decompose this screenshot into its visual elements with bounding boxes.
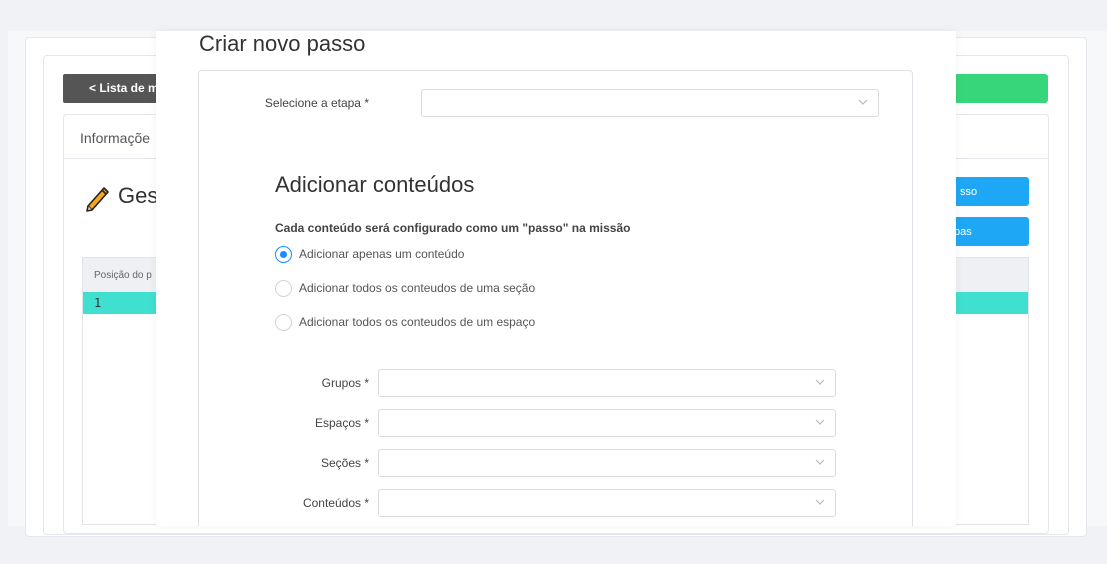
chevron-down-icon [815, 419, 825, 425]
radio-button[interactable] [275, 313, 292, 331]
radio-option-single-content[interactable]: Adicionar apenas um conteúdo [275, 245, 464, 263]
info-panel-title[interactable]: Informaçõe [80, 130, 150, 146]
add-contents-subtitle: Cada conteúdo será configurado como um "… [275, 221, 631, 235]
modal-title: Criar novo passo [199, 31, 366, 56]
radio-button-selected[interactable] [275, 245, 292, 263]
stage-label: Selecione a etapa * [264, 96, 369, 110]
pencil-icon [86, 187, 109, 212]
chevron-down-icon [815, 499, 825, 505]
groups-label: Grupos * [321, 376, 369, 390]
radio-option-space-contents[interactable]: Adicionar todos os conteudos de um espaç… [275, 313, 535, 331]
chevron-down-icon [815, 459, 825, 465]
table-cell-position: 1 [94, 296, 102, 310]
radio-option-section-contents[interactable]: Adicionar todos os conteudos de uma seçã… [275, 279, 535, 297]
add-contents-title: Adicionar conteúdos [275, 172, 475, 197]
radio-button[interactable] [275, 279, 292, 297]
stage-select[interactable] [421, 89, 879, 117]
groups-select[interactable] [378, 369, 836, 397]
chevron-down-icon [815, 379, 825, 385]
management-heading: Ges [118, 183, 159, 208]
radio-label: Adicionar todos os conteudos de uma seçã… [299, 281, 536, 295]
spaces-label: Espaços * [314, 416, 369, 430]
modal-form-box: Selecione a etapa * Adicionar conteúdos … [198, 70, 913, 526]
sections-select[interactable] [378, 449, 836, 477]
chevron-down-icon [858, 99, 868, 105]
radio-label: Adicionar apenas um conteúdo [299, 247, 465, 261]
table-header-position: Posição do p [94, 270, 152, 281]
sections-label: Seções * [320, 456, 369, 470]
spaces-select[interactable] [378, 409, 836, 437]
contents-select[interactable] [378, 489, 836, 517]
radio-label: Adicionar todos os conteudos de um espaç… [299, 315, 536, 329]
contents-label: Conteúdos * [302, 496, 369, 510]
create-step-modal: Criar novo passo Selecione a etapa * Adi… [156, 31, 956, 526]
